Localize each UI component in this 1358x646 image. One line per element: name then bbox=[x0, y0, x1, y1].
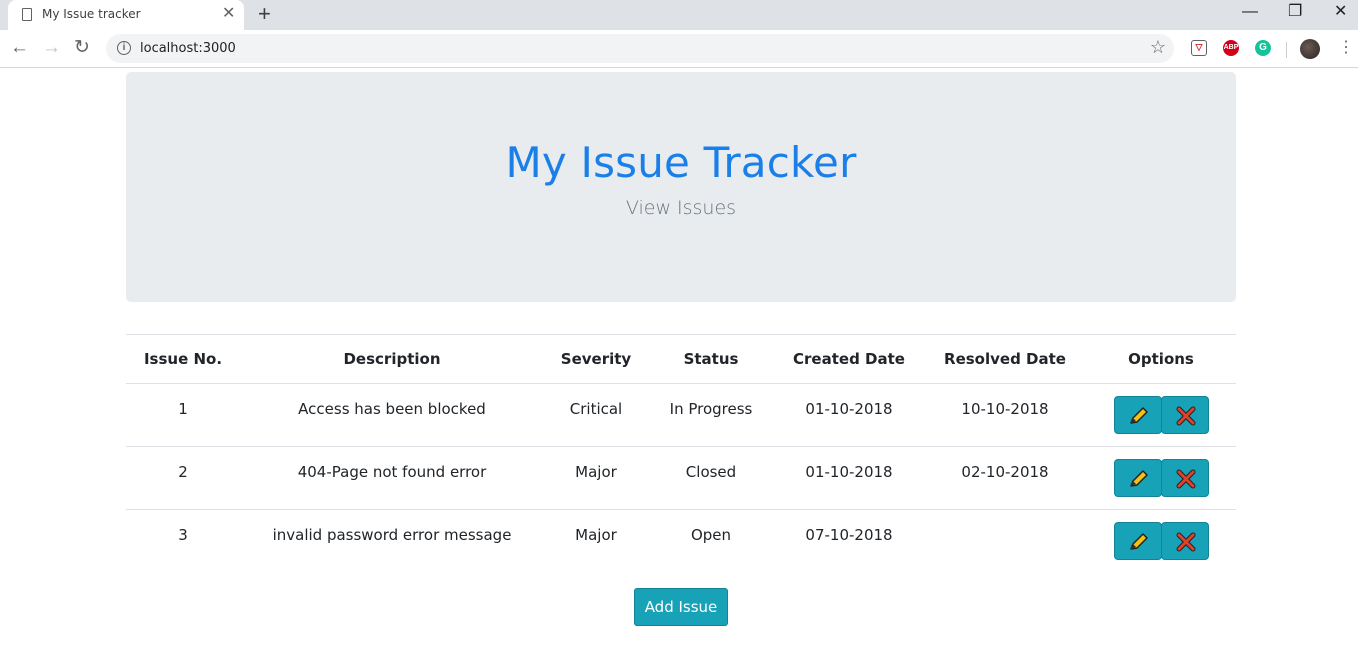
add-issue-button[interactable]: Add Issue bbox=[634, 588, 728, 626]
browser-tab-bar: My Issue tracker ✕ + — ❐ ✕ bbox=[0, 0, 1358, 30]
url-text[interactable]: localhost:3000 bbox=[140, 41, 236, 56]
issue-number: 1 bbox=[126, 383, 240, 447]
close-tab-icon[interactable]: ✕ bbox=[222, 5, 235, 23]
issue-severity: Critical bbox=[544, 383, 648, 447]
edit-button[interactable] bbox=[1113, 522, 1162, 560]
issue-status: Open bbox=[690, 526, 732, 544]
profile-avatar[interactable] bbox=[1300, 39, 1320, 59]
issue-severity: Major bbox=[575, 526, 617, 544]
restore-icon[interactable]: ❐ bbox=[1288, 2, 1302, 22]
issue-resolved-date: 02-10-2018 bbox=[924, 446, 1086, 510]
grammarly-extension-icon[interactable]: G bbox=[1255, 40, 1271, 56]
issue-resolved-date bbox=[924, 510, 1086, 573]
toolbar-divider bbox=[1286, 42, 1287, 58]
issue-resolved-date: 10-10-2018 bbox=[924, 383, 1086, 447]
delete-button[interactable] bbox=[1160, 459, 1209, 497]
issue-status: Closed bbox=[648, 446, 774, 510]
issue-options bbox=[1086, 510, 1236, 573]
cross-icon bbox=[1176, 532, 1195, 552]
cross-icon bbox=[1176, 406, 1195, 426]
browser-menu-icon[interactable]: ⋮ bbox=[1338, 39, 1354, 57]
column-header: Created Date bbox=[774, 334, 924, 384]
page-title: My Issue Tracker bbox=[505, 138, 857, 187]
column-header: Description bbox=[240, 334, 544, 384]
new-tab-icon[interactable]: + bbox=[258, 2, 271, 26]
issue-number: 2 bbox=[126, 446, 240, 510]
browser-tab[interactable]: My Issue tracker ✕ bbox=[8, 0, 244, 30]
address-bar[interactable]: i localhost:3000 ☆ bbox=[106, 34, 1174, 63]
document-icon bbox=[22, 8, 32, 21]
reload-icon[interactable]: ↻ bbox=[74, 38, 90, 58]
cross-icon bbox=[1176, 469, 1195, 489]
page-subtitle: View Issues bbox=[625, 197, 737, 219]
pencil-icon bbox=[1129, 470, 1148, 487]
issue-number: 3 bbox=[178, 526, 188, 544]
adblock-extension-icon[interactable]: ABP bbox=[1223, 40, 1239, 56]
minimize-icon[interactable]: — bbox=[1242, 2, 1258, 22]
forward-icon[interactable]: → bbox=[42, 38, 61, 58]
pocket-extension-icon[interactable]: ▽ bbox=[1191, 40, 1207, 56]
column-header: Severity bbox=[544, 334, 648, 384]
issue-description: Access has been blocked bbox=[240, 383, 544, 447]
info-icon[interactable]: i bbox=[117, 41, 131, 55]
column-header: Resolved Date bbox=[924, 334, 1086, 384]
bookmark-star-icon[interactable]: ☆ bbox=[1150, 37, 1166, 58]
column-header: Issue No. bbox=[126, 334, 240, 384]
issue-description: invalid password error message bbox=[272, 526, 512, 544]
issue-options bbox=[1086, 383, 1236, 447]
column-header: Options bbox=[1086, 334, 1236, 384]
issue-options bbox=[1086, 446, 1236, 510]
delete-button[interactable] bbox=[1160, 522, 1209, 560]
issue-description: 404-Page not found error bbox=[240, 446, 544, 510]
column-header: Status bbox=[648, 334, 774, 384]
issues-table: Issue No. Description Severity Status Cr… bbox=[126, 334, 1236, 573]
table-row: 3 invalid password error message Major O… bbox=[126, 510, 1236, 573]
issue-status: In Progress bbox=[648, 383, 774, 447]
delete-button[interactable] bbox=[1160, 396, 1209, 434]
edit-button[interactable] bbox=[1113, 396, 1162, 434]
back-icon[interactable]: ← bbox=[10, 38, 29, 58]
issue-created-date: 01-10-2018 bbox=[774, 383, 924, 447]
issue-created-date: 01-10-2018 bbox=[774, 446, 924, 510]
tab-title: My Issue tracker bbox=[42, 7, 141, 21]
issue-created-date: 07-10-2018 bbox=[805, 526, 893, 544]
table-row: 1 Access has been blocked Critical In Pr… bbox=[126, 383, 1236, 447]
close-window-icon[interactable]: ✕ bbox=[1334, 2, 1347, 22]
header-jumbotron: My Issue Tracker View Issues bbox=[126, 72, 1236, 302]
issue-severity: Major bbox=[544, 446, 648, 510]
table-header-row: Issue No. Description Severity Status Cr… bbox=[126, 334, 1236, 384]
edit-button[interactable] bbox=[1113, 459, 1162, 497]
table-row: 2 404-Page not found error Major Closed … bbox=[126, 446, 1236, 510]
pencil-icon bbox=[1129, 533, 1148, 550]
browser-toolbar: ← → ↻ i localhost:3000 ☆ ▽ ABP G ⋮ bbox=[0, 30, 1358, 68]
pencil-icon bbox=[1129, 407, 1148, 424]
